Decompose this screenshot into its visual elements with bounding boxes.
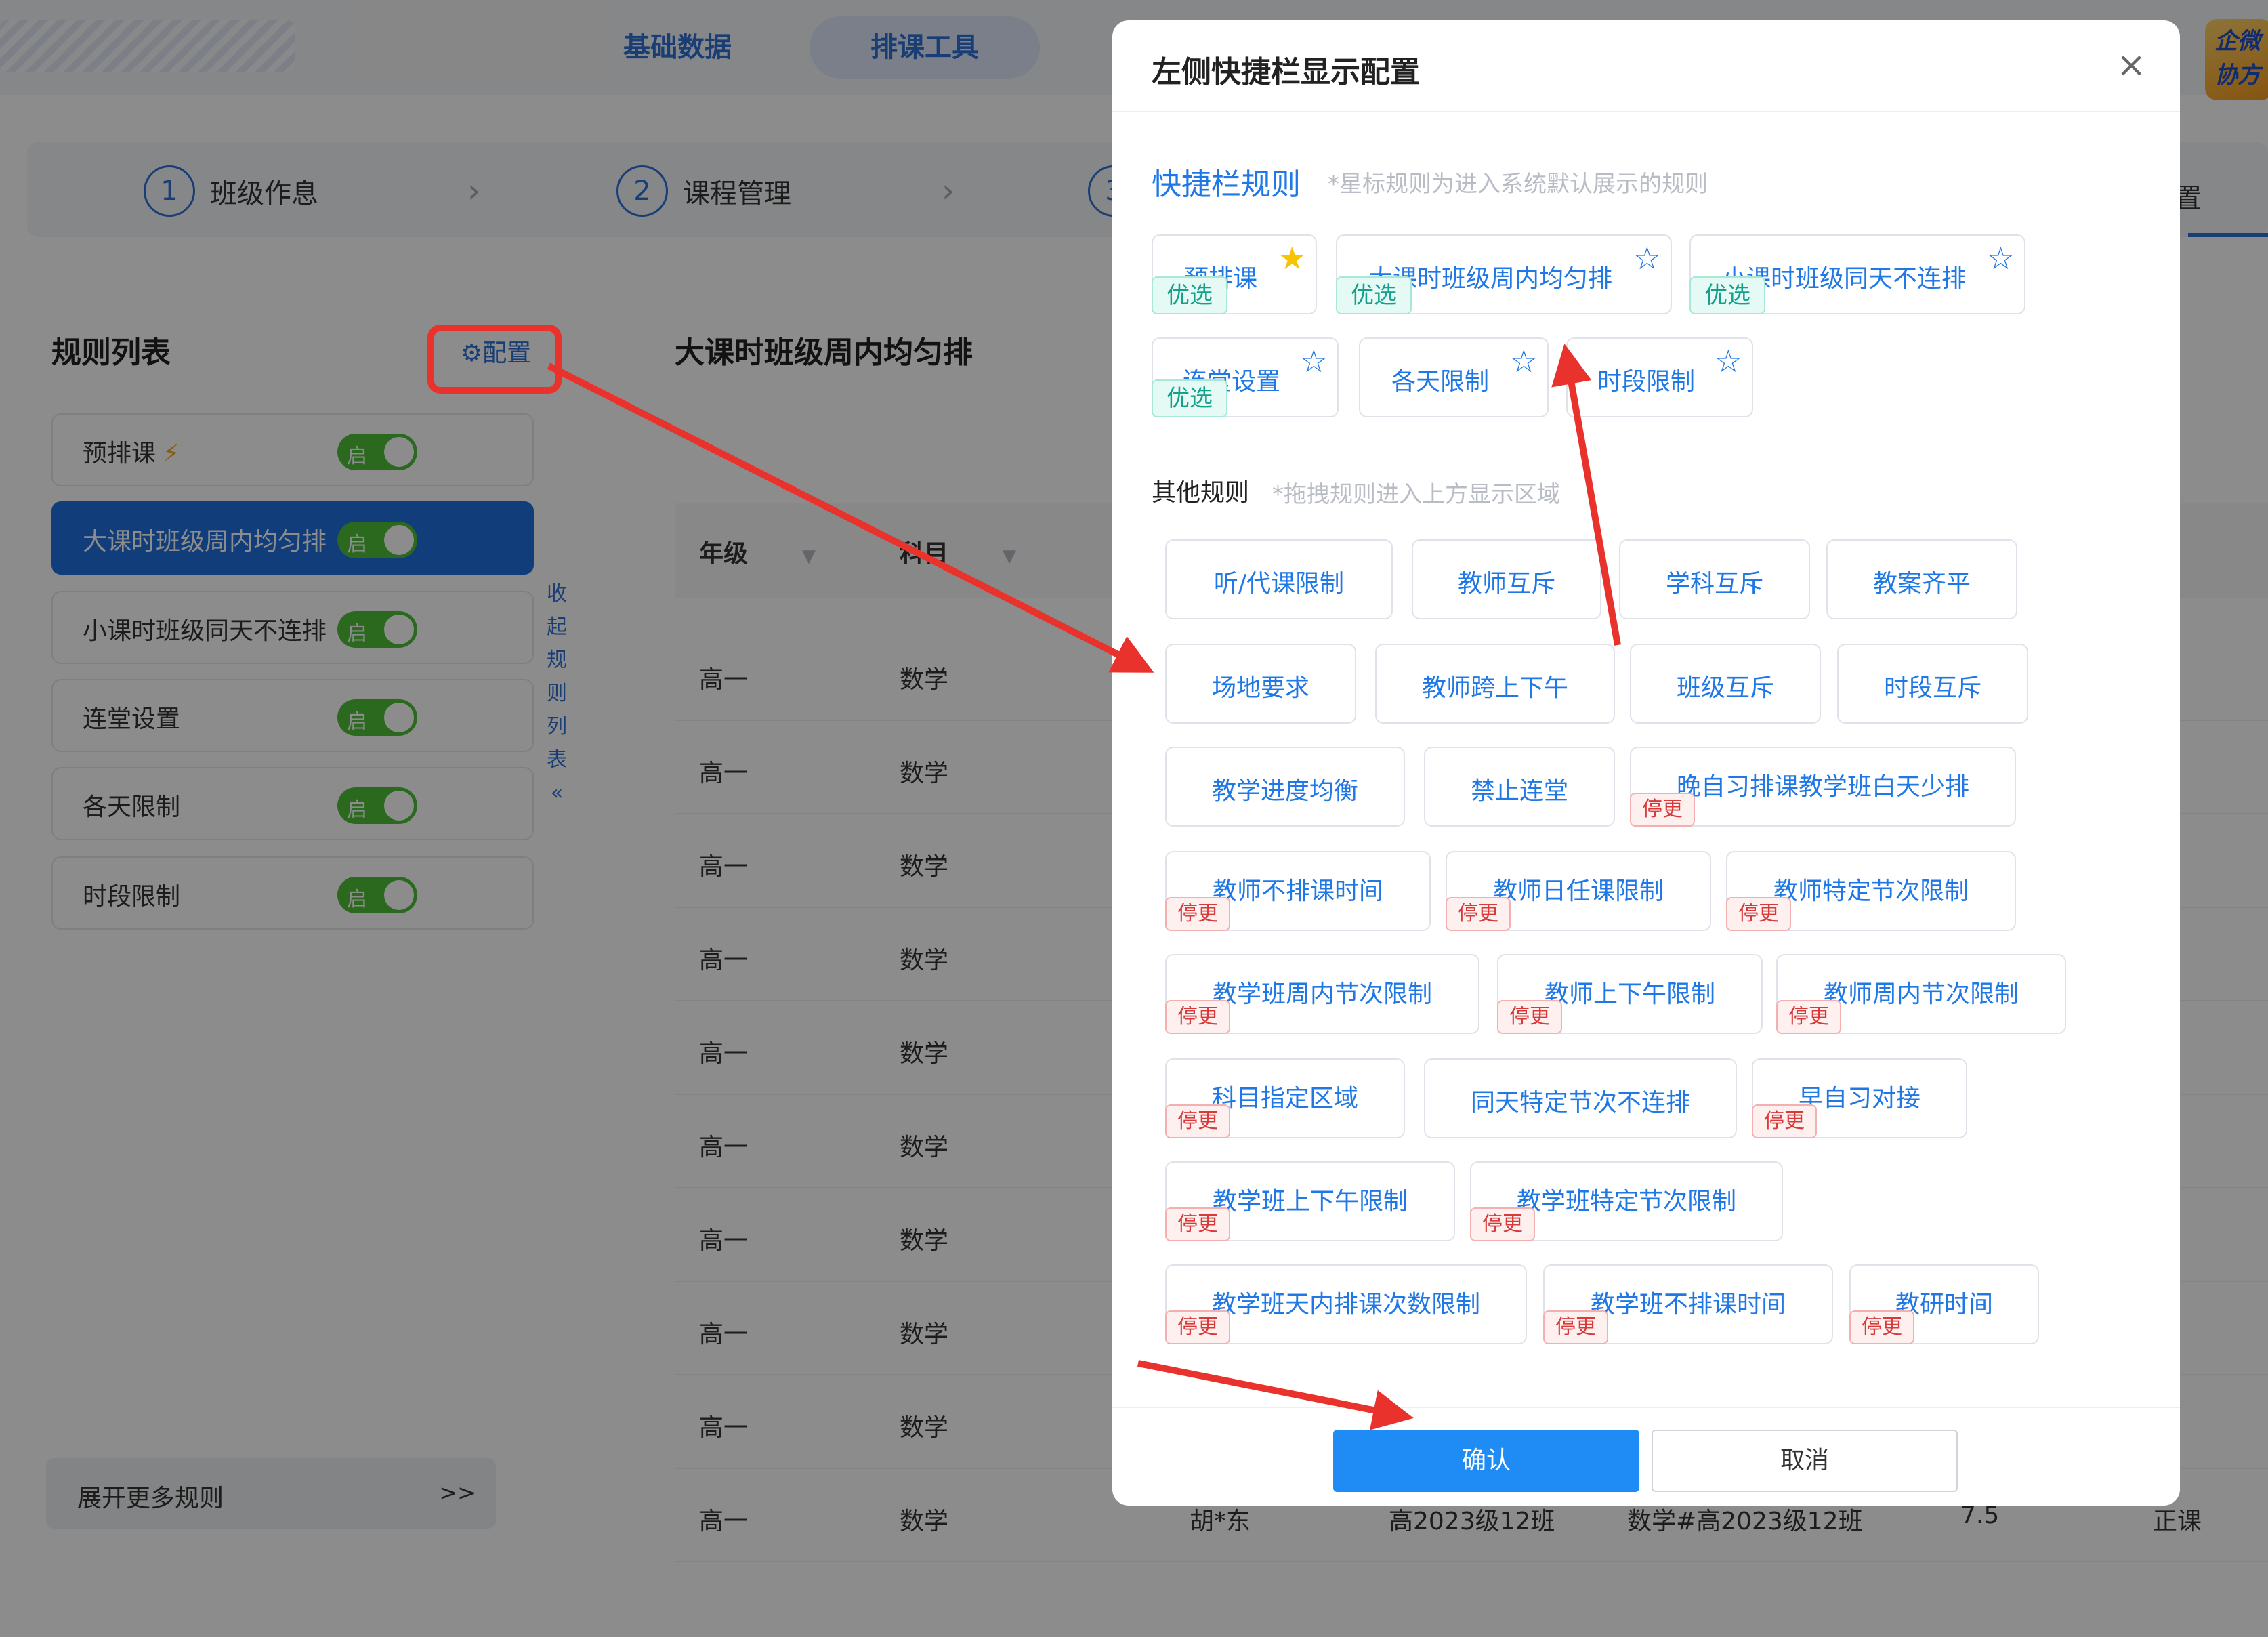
other-rule-chip[interactable]: 教学班周内节次限制 停更 bbox=[1165, 954, 1479, 1034]
other-rule-chip[interactable]: 教师上下午限制 停更 bbox=[1497, 954, 1763, 1034]
other-rule-chip[interactable]: 早自习对接 停更 bbox=[1752, 1058, 1967, 1138]
other-rule-chip[interactable]: 科目指定区域 停更 bbox=[1165, 1058, 1405, 1138]
rule-chip-label: 教学进度均衡 bbox=[1211, 777, 1358, 805]
other-rule-chip[interactable]: 教学班上下午限制 停更 bbox=[1165, 1161, 1455, 1241]
quick-rule-chip[interactable]: 连堂设置 ☆ 优选 bbox=[1152, 337, 1339, 417]
other-rule-chip[interactable]: 教师日任课限制 停更 bbox=[1446, 851, 1711, 931]
other-rule-chip[interactable]: 教师特定节次限制 停更 bbox=[1726, 851, 2016, 931]
stopped-tag: 停更 bbox=[1470, 1207, 1535, 1241]
stopped-tag: 停更 bbox=[1630, 793, 1695, 827]
star-outline-icon[interactable]: ☆ bbox=[1510, 344, 1538, 378]
rule-chip-label: 教案齐平 bbox=[1872, 570, 1971, 598]
other-rule-chip[interactable]: 时段互斥 bbox=[1837, 644, 2028, 724]
quick-rules-title: 快捷栏规则 bbox=[1152, 167, 1301, 202]
quick-rule-chip[interactable]: 大课时班级周内均匀排 ☆ 优选 bbox=[1336, 234, 1672, 314]
star-outline-icon[interactable]: ☆ bbox=[1715, 344, 1742, 378]
other-rule-chip[interactable]: 晚自习排课教学班白天少排 停更 bbox=[1630, 747, 2016, 827]
stopped-tag: 停更 bbox=[1165, 1310, 1230, 1344]
other-rule-chip[interactable]: 教师互斥 bbox=[1412, 539, 1601, 619]
optimal-tag: 优选 bbox=[1152, 276, 1227, 314]
rule-chip-label: 场地要求 bbox=[1211, 674, 1309, 702]
rule-chip-label: 学科互斥 bbox=[1665, 570, 1763, 598]
other-rule-chip[interactable]: 教学班不排课时间 停更 bbox=[1543, 1264, 1833, 1344]
other-rule-chip[interactable]: 教师不排课时间 停更 bbox=[1165, 851, 1431, 931]
stopped-tag: 停更 bbox=[1446, 897, 1511, 931]
dialog-title: 左侧快捷栏显示配置 bbox=[1152, 55, 1420, 89]
cancel-button[interactable]: 取消 bbox=[1652, 1430, 1958, 1492]
other-rule-chip[interactable]: 同天特定节次不连排 bbox=[1424, 1058, 1737, 1138]
stopped-tag: 停更 bbox=[1726, 897, 1791, 931]
stopped-tag: 停更 bbox=[1497, 1000, 1562, 1034]
quick-rule-chip[interactable]: 预排课★优选 bbox=[1152, 234, 1317, 314]
optimal-tag: 优选 bbox=[1689, 276, 1765, 314]
stopped-tag: 停更 bbox=[1165, 1000, 1230, 1034]
rule-chip-label: 同天特定节次不连排 bbox=[1470, 1089, 1690, 1117]
quick-rule-chip[interactable]: 各天限制 ☆ bbox=[1359, 337, 1549, 417]
other-rule-chip[interactable]: 教师周内节次限制 停更 bbox=[1776, 954, 2066, 1034]
star-outline-icon[interactable]: ☆ bbox=[1633, 241, 1661, 275]
quick-rule-chip[interactable]: 小课时班级同天不连排 ☆ 优选 bbox=[1689, 234, 2025, 314]
rule-chip-label: 各天限制 bbox=[1391, 368, 1489, 396]
optimal-tag: 优选 bbox=[1336, 276, 1412, 314]
other-rules-title: 其他规则 bbox=[1152, 479, 1250, 507]
other-rule-chip[interactable]: 教案齐平 bbox=[1826, 539, 2017, 619]
rule-chip-label: 听/代课限制 bbox=[1213, 570, 1345, 598]
stopped-tag: 停更 bbox=[1165, 1207, 1230, 1241]
rule-chip-label: 时段限制 bbox=[1597, 368, 1695, 396]
dialog-header: 左侧快捷栏显示配置 × bbox=[1112, 20, 2180, 112]
rule-chip-label: 班级互斥 bbox=[1676, 674, 1774, 702]
quick-rule-chip[interactable]: 时段限制 ☆ bbox=[1566, 337, 1753, 417]
dialog-footer-divider bbox=[1112, 1407, 2180, 1408]
other-rule-chip[interactable]: 听/代课限制 bbox=[1165, 539, 1393, 619]
other-rule-chip[interactable]: 教学班特定节次限制 停更 bbox=[1470, 1161, 1783, 1241]
rule-chip-label: 时段互斥 bbox=[1883, 674, 1981, 702]
rule-chip-label: 教师互斥 bbox=[1457, 570, 1555, 598]
stopped-tag: 停更 bbox=[1165, 897, 1230, 931]
other-rule-chip[interactable]: 教研时间 停更 bbox=[1849, 1264, 2039, 1344]
close-icon[interactable]: × bbox=[2116, 45, 2146, 85]
other-rule-chip[interactable]: 班级互斥 bbox=[1630, 644, 1821, 724]
stopped-tag: 停更 bbox=[1776, 1000, 1841, 1034]
other-rule-chip[interactable]: 教学班天内排课次数限制 停更 bbox=[1165, 1264, 1527, 1344]
shortcut-config-dialog: 左侧快捷栏显示配置 × 快捷栏规则 *星标规则为进入系统默认展示的规则 预排课★… bbox=[1112, 20, 2180, 1506]
other-rules-hint: *拖拽规则进入上方显示区域 bbox=[1272, 481, 1560, 508]
confirm-button[interactable]: 确认 bbox=[1333, 1430, 1639, 1492]
other-rule-chip[interactable]: 场地要求 bbox=[1165, 644, 1356, 724]
stopped-tag: 停更 bbox=[1543, 1310, 1608, 1344]
quick-rules-hint: *星标规则为进入系统默认展示的规则 bbox=[1328, 171, 1708, 198]
stopped-tag: 停更 bbox=[1752, 1104, 1817, 1138]
other-rule-chip[interactable]: 教师跨上下午 bbox=[1375, 644, 1615, 724]
rule-chip-label: 禁止连堂 bbox=[1470, 777, 1568, 805]
other-rule-chip[interactable]: 学科互斥 bbox=[1619, 539, 1810, 619]
stopped-tag: 停更 bbox=[1165, 1104, 1230, 1138]
rule-chip-label: 教师跨上下午 bbox=[1421, 674, 1568, 702]
other-rule-chip[interactable]: 禁止连堂 bbox=[1424, 747, 1615, 827]
optimal-tag: 优选 bbox=[1152, 379, 1227, 417]
star-filled-icon[interactable]: ★ bbox=[1278, 241, 1306, 275]
star-outline-icon[interactable]: ☆ bbox=[1300, 344, 1328, 378]
other-rule-chip[interactable]: 教学进度均衡 bbox=[1165, 747, 1405, 827]
star-outline-icon[interactable]: ☆ bbox=[1987, 241, 2015, 275]
stopped-tag: 停更 bbox=[1849, 1310, 1914, 1344]
